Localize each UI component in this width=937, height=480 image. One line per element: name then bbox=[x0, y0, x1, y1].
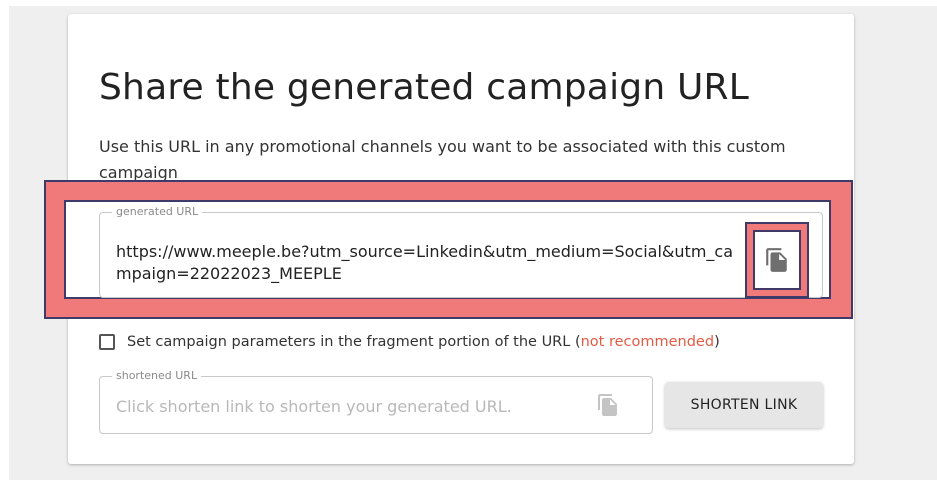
copy-icon bbox=[598, 394, 617, 416]
copy-button-highlight bbox=[745, 222, 809, 298]
copy-icon bbox=[766, 248, 787, 272]
shortened-url-field[interactable]: shortened URL Click shorten link to shor… bbox=[99, 369, 653, 434]
page: Share the generated campaign URL Use thi… bbox=[0, 0, 937, 480]
not-recommended-text: not recommended bbox=[580, 334, 715, 350]
shortened-url-placeholder: Click shorten link to shorten your gener… bbox=[116, 397, 512, 416]
description-text: Use this URL in any promotional channels… bbox=[99, 137, 786, 180]
copy-generated-url-button[interactable] bbox=[753, 230, 801, 290]
shortened-url-legend: shortened URL bbox=[112, 369, 202, 383]
page-title: Share the generated campaign URL bbox=[99, 67, 750, 108]
copy-shortened-url-button[interactable] bbox=[596, 393, 620, 422]
generated-url-field[interactable]: generated URL https://www.meeple.be?utm_… bbox=[99, 205, 823, 298]
fragment-checkbox[interactable] bbox=[99, 334, 115, 350]
fragment-option-row[interactable]: Set campaign parameters in the fragment … bbox=[99, 330, 720, 354]
shorten-link-button[interactable]: SHORTEN LINK bbox=[665, 382, 823, 428]
generated-url-value[interactable]: https://www.meeple.be?utm_source=Linkedi… bbox=[116, 241, 736, 285]
fragment-option-label: Set campaign parameters in the fragment … bbox=[127, 334, 720, 350]
generated-url-legend: generated URL bbox=[112, 205, 203, 219]
